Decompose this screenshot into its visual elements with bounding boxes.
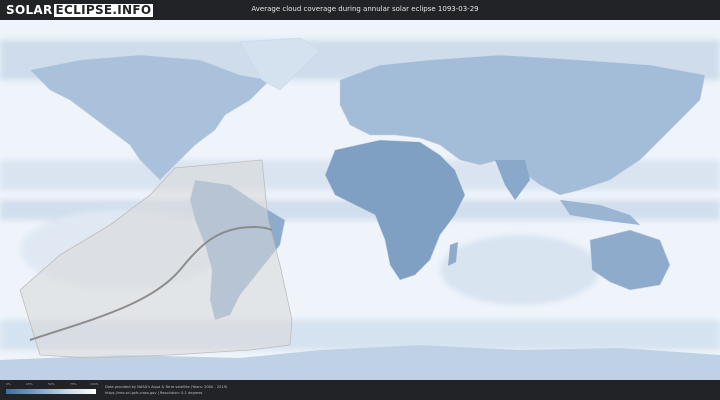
- header-bar: SOLAR ECLIPSE.INFO Average cloud coverag…: [0, 0, 720, 20]
- legend-tick: 50%: [48, 382, 55, 386]
- cloud-coverage-map: [0, 20, 720, 380]
- credit-line-2: https://neo.sci.gsfc.nasa.gov | Resoluti…: [105, 390, 203, 395]
- legend-tick: 100%: [90, 382, 99, 386]
- legend-tick: 0%: [6, 382, 11, 386]
- logo-solar: SOLAR: [6, 3, 53, 17]
- logo-eclipse-info: ECLIPSE.INFO: [53, 2, 154, 17]
- world-map-svg: [0, 20, 720, 380]
- credit-line-1: Data provided by NASA's Aqua & Terra sat…: [105, 385, 228, 389]
- data-credit: Data provided by NASA's Aqua & Terra sat…: [105, 385, 227, 396]
- cloud-coverage-legend-gradient: [6, 389, 96, 394]
- site-logo[interactable]: SOLAR ECLIPSE.INFO: [6, 2, 154, 17]
- legend-tick: 75%: [70, 382, 77, 386]
- legend-tick: 25%: [26, 382, 33, 386]
- page-title: Average cloud coverage during annular so…: [251, 5, 479, 13]
- legend-ticks: 0% 25% 50% 75% 100%: [6, 382, 99, 388]
